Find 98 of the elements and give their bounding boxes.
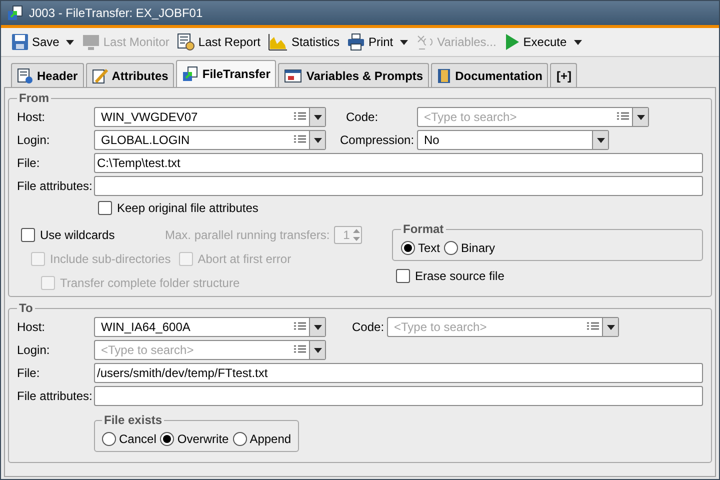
combo-placeholder: <Type to search> [393,319,488,336]
toolbar-button[interactable]: Statistics [266,33,342,51]
report-clock-icon [177,33,196,51]
list-icon [294,135,306,145]
radio-label: Text [418,240,440,257]
toolbar-button[interactable]: Save [9,33,76,51]
tab[interactable]: Attributes [86,63,174,87]
radio-label: Append [250,431,292,448]
file-transfer-icon [7,5,23,21]
caret-icon [66,40,74,44]
book-icon [437,68,452,84]
toolbar-button[interactable]: Execute [502,33,584,51]
combo-box[interactable]: No [417,130,609,150]
combo-value: GLOBAL.LOGIN [100,132,191,149]
window-title: J003 - FileTransfer: EX_JOBF01 [29,5,203,22]
radio-button[interactable] [444,241,458,255]
field-label: File: [17,155,41,172]
caret-icon [636,114,644,120]
caret-icon [606,324,614,330]
group-title: File exists [103,412,164,429]
pencil-document-icon [92,68,108,84]
field-label: Max. parallel running transfers: [165,227,330,244]
caret-icon [314,348,322,352]
section-title: To [18,300,34,317]
field-label: Code: [346,109,380,126]
field-label: File attributes: [17,388,94,405]
combo-value: WIN_VWGDEV07 [100,109,199,126]
combo-placeholder: <Type to search> [423,109,518,126]
tab[interactable]: [+] [550,63,578,87]
list-icon [617,112,629,122]
combo-box[interactable]: WIN_IA64_600A [94,317,326,337]
checkbox-label: Keep original file attributes [117,200,258,217]
checkbox-label: Include sub-directories [50,251,171,268]
variables-icon [416,33,434,51]
checkbox-label: Use wildcards [40,227,115,244]
tab[interactable]: Documentation [431,63,548,87]
monitor-icon [82,33,100,51]
checkbox-label: Abort at first error [198,251,292,268]
radio-label: Overwrite [177,431,229,448]
play-icon [504,33,520,51]
tab[interactable]: Variables & Prompts [278,63,430,87]
toolbar-button[interactable]: Print [345,33,410,51]
dropdown-button[interactable] [309,131,325,149]
checkbox-label: Erase source file [415,268,504,285]
caret-icon [314,324,322,330]
field-label: Compression: [340,132,416,149]
checkbox[interactable] [98,201,112,215]
caret-icon [314,138,322,142]
checkbox-label: Transfer complete folder structure [60,275,240,292]
spinner-arrows-icon [352,228,361,242]
toolbar-button[interactable]: Last Report [175,33,262,51]
tab[interactable]: FileTransfer [176,60,276,87]
radio-label: Binary [461,240,496,257]
list-icon [587,322,599,332]
field-label: Host: [17,109,46,126]
radio-button[interactable] [232,432,247,446]
section-title: From [18,90,50,107]
variables-window-icon [284,68,302,82]
caret-icon [400,40,408,44]
text-field[interactable]: C:\Temp\test.txt [94,153,703,173]
combo-box[interactable]: GLOBAL.LOGIN [94,130,326,150]
field-label: Login: [17,132,51,149]
field-label: File: [17,365,41,382]
radio-button[interactable] [160,432,174,446]
document-info-icon [17,68,33,84]
list-icon [294,345,306,355]
chart-icon [268,33,288,51]
radio-label: Cancel [119,431,156,448]
list-icon [294,322,306,332]
checkbox[interactable] [21,228,35,242]
text-field[interactable] [94,176,703,196]
radio-button[interactable] [401,241,415,255]
group-title: Format [402,221,445,238]
text-field[interactable] [94,386,703,406]
tab[interactable]: Header [11,63,84,87]
field-label: Host: [17,319,46,336]
dropdown-button[interactable] [309,108,325,126]
caret-icon [574,40,582,44]
field-label: File attributes: [17,178,94,195]
checkbox[interactable] [396,269,410,283]
field-label: Login: [17,342,51,359]
dropdown-button[interactable] [602,318,618,336]
dropdown-button[interactable] [309,341,325,359]
combo-placeholder: <Type to search> [100,342,195,359]
text-field[interactable]: /users/smith/dev/temp/FTtest.txt [94,363,703,383]
dropdown-button[interactable] [592,131,608,149]
combo-value: WIN_IA64_600A [100,319,192,336]
printer-icon [347,33,366,51]
combo-value: No [423,132,440,149]
dropdown-button[interactable] [632,108,648,126]
field-label: Code: [352,319,386,336]
radio-button[interactable] [102,432,116,446]
list-icon [294,112,306,122]
combo-box[interactable]: WIN_VWGDEV07 [94,107,326,127]
dropdown-button[interactable] [309,318,325,336]
caret-icon [314,114,322,120]
file-transfer-icon [182,66,198,82]
caret-icon [596,138,604,142]
